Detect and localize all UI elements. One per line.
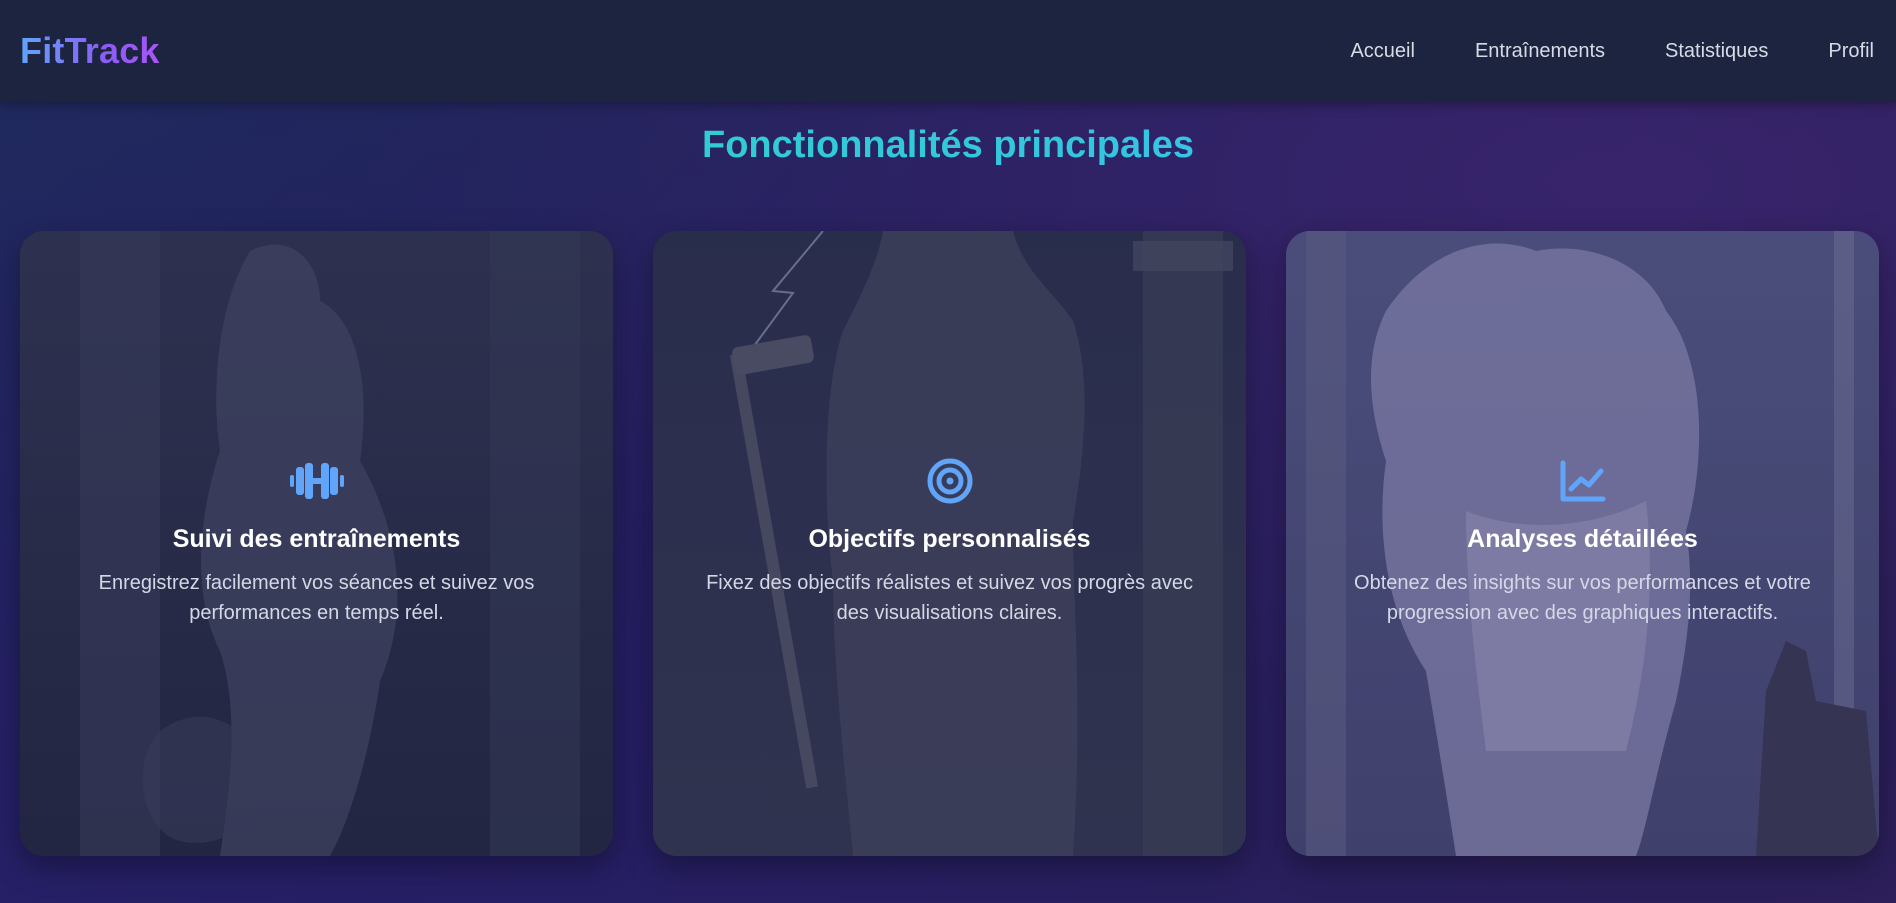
nav-links: Accueil Entraînements Statistiques Profi… [1350,40,1876,63]
card-content: Suivi des entraînements Enregistrez faci… [20,455,613,628]
card-description: Enregistrez facilement vos séances et su… [98,572,535,624]
logo[interactable]: FitTrack [20,30,160,72]
card-content: Objectifs personnalisés Fixez des object… [653,455,1246,628]
card-content: Analyses détaillées Obtenez des insights… [1286,455,1879,628]
section-title: Fonctionnalités principales [0,124,1896,167]
feature-card-custom-goals[interactable]: Objectifs personnalisés Fixez des object… [653,231,1246,856]
nav-link-accueil[interactable]: Accueil [1350,40,1414,63]
dumbbell-icon [60,455,573,507]
card-title: Suivi des entraînements [172,525,461,553]
nav-link-profil[interactable]: Profil [1828,40,1874,63]
feature-cards: Suivi des entraînements Enregistrez faci… [20,231,1879,856]
feature-card-workout-tracking[interactable]: Suivi des entraînements Enregistrez faci… [20,231,613,856]
card-description: Fixez des objectifs réalistes et suivez … [706,572,1193,624]
chart-line-icon [1326,455,1839,507]
card-description: Obtenez des insights sur vos performance… [1354,572,1811,624]
card-title: Objectifs personnalisés [808,525,1091,553]
target-icon [693,455,1206,507]
nav-link-entrainements[interactable]: Entraînements [1475,40,1605,63]
feature-card-detailed-analytics[interactable]: Analyses détaillées Obtenez des insights… [1286,231,1879,856]
card-title: Analyses détaillées [1467,525,1698,553]
navbar: FitTrack Accueil Entraînements Statistiq… [0,0,1896,102]
nav-link-statistiques[interactable]: Statistiques [1665,40,1768,63]
